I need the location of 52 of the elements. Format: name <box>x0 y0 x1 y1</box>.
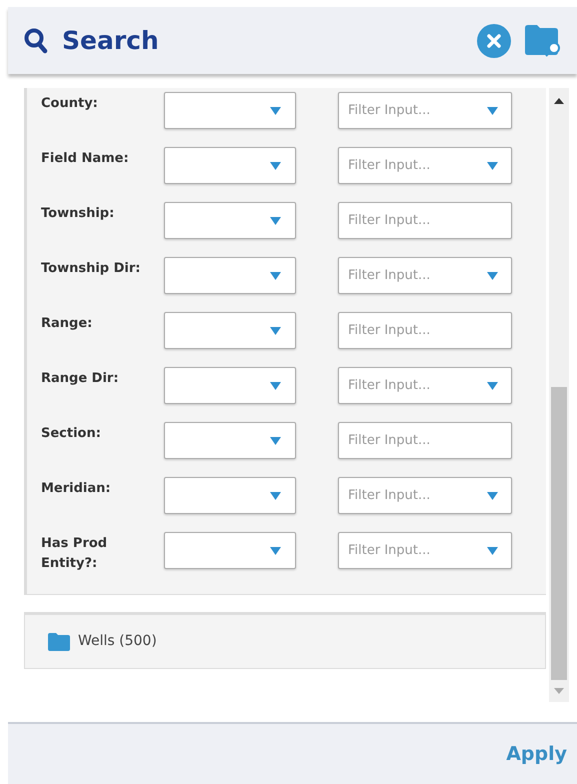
field-label: Township: <box>41 205 116 223</box>
filter-combo-field[interactable]: Filter Input... <box>338 477 512 514</box>
field-label: Section: <box>41 425 102 443</box>
caret-icon <box>487 272 498 280</box>
filter-combo-field[interactable]: Filter Input... <box>338 532 512 569</box>
value-dropdown[interactable] <box>164 147 296 184</box>
caret-icon <box>270 382 281 390</box>
caret-icon <box>487 492 498 500</box>
field-label: Has Prod Entity?: <box>41 535 108 573</box>
value-dropdown[interactable] <box>164 92 296 129</box>
field-label: County: <box>41 95 99 113</box>
filter-combo-field[interactable]: Filter Input... <box>338 257 512 294</box>
value-dropdown[interactable] <box>164 367 296 404</box>
caret-icon <box>270 546 281 554</box>
close-icon <box>487 34 501 48</box>
caret-icon <box>270 326 281 334</box>
caret-icon <box>270 162 281 170</box>
close-button[interactable] <box>477 24 511 58</box>
search-icon <box>24 28 48 54</box>
value-dropdown[interactable] <box>164 202 296 239</box>
filter-input-field[interactable]: Filter Input... <box>338 422 512 459</box>
scrollbar-thumb[interactable] <box>551 387 567 680</box>
caret-icon <box>270 436 281 444</box>
field-label: Range Dir: <box>41 370 120 388</box>
field-label: Meridian: <box>41 480 112 498</box>
value-dropdown[interactable] <box>164 312 296 349</box>
caret-icon <box>270 216 281 224</box>
value-dropdown[interactable] <box>164 477 296 514</box>
field-label: Township Dir: <box>41 260 142 278</box>
caret-icon <box>487 107 498 115</box>
caret-icon <box>487 382 498 390</box>
filter-combo-field[interactable]: Filter Input... <box>338 147 512 184</box>
caret-icon <box>270 106 281 114</box>
folder-icon <box>48 632 70 650</box>
value-dropdown[interactable] <box>164 257 296 294</box>
filter-combo-field[interactable]: Filter Input... <box>338 92 512 129</box>
folder-search-button[interactable] <box>525 24 561 56</box>
scroll-up-icon[interactable] <box>554 98 564 104</box>
caret-icon <box>270 272 281 280</box>
scroll-down-icon[interactable] <box>554 688 564 694</box>
field-label: Range: <box>41 315 94 333</box>
caret-icon <box>487 547 498 555</box>
field-label: Field Name: <box>41 150 130 168</box>
result-folder-item[interactable]: Wells (500) <box>24 612 546 669</box>
panel-title: Search <box>62 24 159 57</box>
filter-combo-field[interactable]: Filter Input... <box>338 367 512 404</box>
filter-input-field[interactable]: Filter Input... <box>338 312 512 349</box>
filter-input-field[interactable]: Filter Input... <box>338 202 512 239</box>
value-dropdown[interactable] <box>164 532 296 569</box>
caret-icon <box>270 492 281 500</box>
caret-icon <box>487 162 498 170</box>
value-dropdown[interactable] <box>164 422 296 459</box>
